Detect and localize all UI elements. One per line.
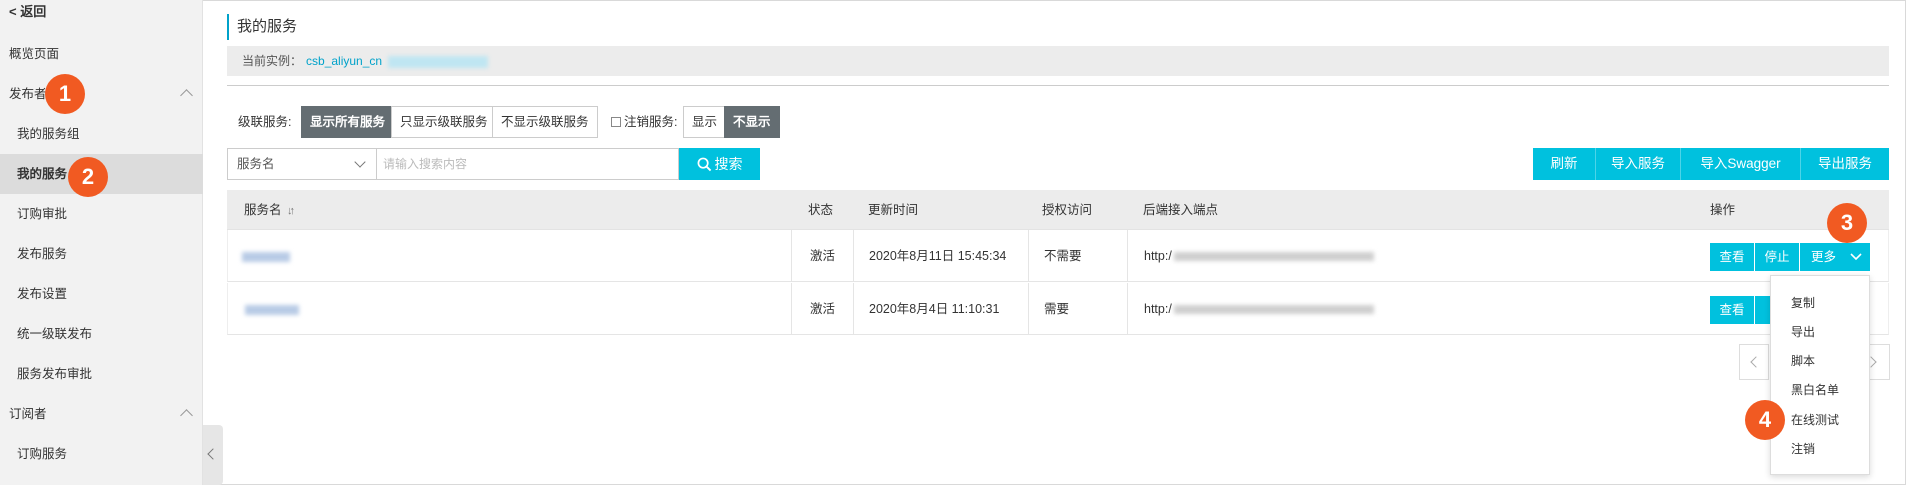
redacted-text <box>242 251 290 262</box>
sidebar-collapse-handle[interactable] <box>203 425 223 485</box>
menu-item-deregister[interactable]: 注销 <box>1791 438 1815 460</box>
divider <box>227 85 1889 86</box>
auth-cell: 不需要 <box>1044 249 1082 263</box>
search-field-select[interactable]: 服务名 <box>227 148 377 180</box>
table-header: 服务名 ↓↑ 状态 更新时间 授权访问 后端接入端点 操作 <box>227 190 1889 230</box>
redacted-text <box>1173 252 1374 262</box>
redacted-text <box>388 55 489 68</box>
endpoint-cell: http:/ <box>1144 283 1374 335</box>
sidebar-item-overview[interactable]: 概览页面 <box>0 34 203 74</box>
step-badge-3: 3 <box>1827 203 1867 243</box>
status-cell: 激活 <box>810 249 836 263</box>
cascade-option-none[interactable]: 不显示级联服务 <box>492 106 598 138</box>
refresh-button[interactable]: 刷新 <box>1533 148 1596 180</box>
chevron-down-icon <box>354 156 366 168</box>
endpoint-prefix: http:/ <box>1144 302 1172 316</box>
service-name-cell[interactable] <box>242 230 290 282</box>
cascade-option-all[interactable]: 显示所有服务 <box>301 106 395 138</box>
search-button-label: 搜索 <box>714 156 743 172</box>
import-service-button[interactable]: 导入服务 <box>1596 148 1681 180</box>
deregistered-option-show[interactable]: 显示 <box>683 106 727 138</box>
more-button-label: 更多 <box>1811 250 1837 264</box>
column-divider <box>791 230 792 282</box>
view-button[interactable]: 查看 <box>1710 243 1754 271</box>
chevron-left-icon <box>1750 356 1762 368</box>
sidebar-group-label: 订阅者 <box>9 407 47 421</box>
deregistered-filter-label: 注销服务: <box>624 115 678 129</box>
instance-label: 当前实例： <box>242 54 303 68</box>
cascade-option-only[interactable]: 只显示级联服务 <box>391 106 497 138</box>
search-button[interactable]: 搜索 <box>679 148 760 180</box>
export-service-button[interactable]: 导出服务 <box>1801 148 1889 180</box>
more-dropdown-menu: 复制 导出 脚本 黑白名单 在线测试 注销 <box>1770 275 1870 475</box>
step-badge-4: 4 <box>1745 400 1785 440</box>
menu-item-online-test[interactable]: 在线测试 <box>1791 409 1839 431</box>
search-icon <box>697 157 711 172</box>
sidebar-item-cascade-publish[interactable]: 统一级联发布 <box>0 314 203 354</box>
menu-item-blacklist-whitelist[interactable]: 黑白名单 <box>1791 379 1839 401</box>
column-divider <box>853 283 854 335</box>
import-swagger-button[interactable]: 导入Swagger <box>1681 148 1801 180</box>
service-name-cell[interactable] <box>245 283 299 335</box>
redacted-text <box>245 304 299 315</box>
page-title: 我的服务 <box>227 14 297 40</box>
pager-prev-button[interactable] <box>1739 344 1769 380</box>
instance-value: csb_aliyun_cn <box>306 54 383 68</box>
column-divider <box>1028 230 1029 282</box>
search-field-select-value: 服务名 <box>237 157 275 171</box>
sidebar: < 返回 概览页面 发布者 我的服务组 我的服务 订购审批 发布服务 发布设置 … <box>0 0 203 485</box>
stop-button[interactable]: 停止 <box>1755 243 1799 271</box>
endpoint-cell: http:/ <box>1144 230 1374 282</box>
column-divider <box>1028 283 1029 335</box>
menu-item-copy[interactable]: 复制 <box>1791 292 1815 314</box>
more-button[interactable]: 更多 <box>1800 243 1870 271</box>
sidebar-group-label: 发布者 <box>9 87 47 101</box>
column-divider <box>1127 230 1128 282</box>
table-row: 激活 2020年8月11日 15:45:34 不需要 http:/ <box>227 230 1889 282</box>
back-link[interactable]: < 返回 <box>0 0 203 32</box>
column-header-updated: 更新时间 <box>868 203 919 217</box>
updated-cell: 2020年8月4日 11:10:31 <box>869 302 1000 316</box>
redacted-text <box>1173 305 1374 315</box>
sidebar-item-publish-settings[interactable]: 发布设置 <box>0 274 203 314</box>
column-header-label: 服务名 <box>244 203 282 217</box>
search-input[interactable]: 请输入搜索内容 <box>377 148 679 180</box>
auth-cell: 需要 <box>1044 302 1070 316</box>
instance-bar: 当前实例： csb_aliyun_cn <box>227 46 1889 76</box>
endpoint-prefix: http:/ <box>1144 249 1172 263</box>
view-button[interactable]: 查看 <box>1710 296 1754 324</box>
column-header-name[interactable]: 服务名 ↓↑ <box>244 190 295 230</box>
cascade-filter-label: 级联服务: <box>238 115 292 129</box>
updated-cell: 2020年8月11日 15:45:34 <box>869 249 1007 263</box>
column-header-auth: 授权访问 <box>1042 203 1093 217</box>
status-cell: 激活 <box>810 302 836 316</box>
sidebar-group-publisher[interactable]: 发布者 <box>0 74 203 114</box>
column-divider <box>791 283 792 335</box>
sidebar-item-order-approval[interactable]: 订购审批 <box>0 194 203 234</box>
step-badge-2: 2 <box>68 157 108 197</box>
menu-item-script[interactable]: 脚本 <box>1791 350 1815 372</box>
column-header-endpoint: 后端接入端点 <box>1143 203 1219 217</box>
sidebar-item-my-service-groups[interactable]: 我的服务组 <box>0 114 203 154</box>
chevron-up-icon <box>180 89 193 102</box>
column-header-status: 状态 <box>808 203 834 217</box>
chevron-left-icon <box>207 448 219 460</box>
sidebar-group-subscriber[interactable]: 订阅者 <box>0 394 203 434</box>
deregistered-checkbox[interactable] <box>611 117 621 127</box>
table-row: 激活 2020年8月4日 11:10:31 需要 http:/ <box>227 283 1889 335</box>
sort-icon[interactable]: ↓↑ <box>287 205 295 217</box>
chevron-up-icon <box>180 409 193 422</box>
chevron-down-icon <box>1850 253 1862 261</box>
column-header-actions: 操作 <box>1710 203 1736 217</box>
sidebar-item-subscribe-service[interactable]: 订购服务 <box>0 434 203 474</box>
menu-item-export[interactable]: 导出 <box>1791 321 1815 343</box>
column-divider <box>1127 283 1128 335</box>
sidebar-item-publish-service[interactable]: 发布服务 <box>0 234 203 274</box>
step-badge-1: 1 <box>45 74 85 114</box>
deregistered-option-hide[interactable]: 不显示 <box>724 106 780 138</box>
column-divider <box>853 230 854 282</box>
sidebar-item-publish-approval[interactable]: 服务发布审批 <box>0 354 203 394</box>
